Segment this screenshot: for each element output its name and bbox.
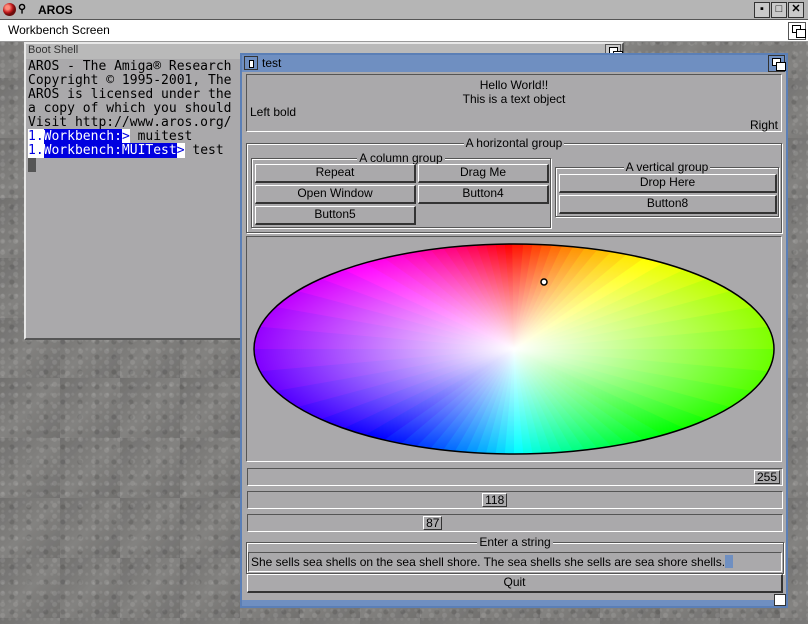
console-prompt-line: 1.Workbench:MUITest> test: [28, 143, 248, 158]
close-icon[interactable]: [244, 56, 258, 70]
slider-1-knob[interactable]: 255: [754, 470, 781, 484]
zoom-icon[interactable]: □: [771, 2, 787, 18]
text-object: Hello World!! This is a text object Left…: [246, 74, 782, 132]
string-cursor: [725, 555, 734, 568]
button4[interactable]: Button4: [418, 185, 549, 204]
text-object-label: This is a text object: [462, 92, 566, 106]
prompt-path: Workbench:MUITest: [43, 143, 177, 158]
text-hello: Hello World!!: [479, 78, 549, 92]
prompt-path: Workbench:: [43, 129, 122, 144]
vertical-group: A vertical group Drop Here Button8: [555, 160, 779, 217]
string-input[interactable]: She sells sea shells on the sea shell sh…: [248, 552, 782, 572]
test-depth-button[interactable]: [768, 55, 786, 72]
pin-icon: ⚲: [18, 3, 27, 15]
horizontal-group-title: A horizontal group: [463, 136, 565, 150]
horizontal-group-title-wrap: A horizontal group: [247, 136, 781, 150]
color-wheel-saturation: [254, 244, 774, 454]
column-group: A column group Repeat Drag Me Open Windo…: [251, 151, 551, 228]
prompt-command: muitest: [129, 129, 193, 144]
prompt-arrow: >: [121, 129, 130, 144]
string-group-title-wrap: Enter a string: [247, 535, 783, 549]
string-input-value: She sells sea shells on the sea shell sh…: [251, 555, 726, 569]
test-window[interactable]: test Hello World!! This is a text object…: [240, 53, 788, 608]
prompt-number: 1.: [28, 143, 44, 158]
text-left-bold: Left bold: [250, 105, 297, 119]
screen-title: AROS: [38, 3, 73, 17]
prompt-command: test: [184, 143, 224, 158]
slider-1[interactable]: 255: [247, 468, 783, 486]
slider-2-knob[interactable]: 118: [482, 493, 508, 507]
vertical-group-title-wrap: A vertical group: [556, 160, 778, 174]
console-line: AROS - The Amiga® Research: [28, 59, 232, 74]
window-bottom-border: [242, 600, 786, 606]
horizontal-group: A horizontal group A column group Repeat…: [246, 136, 782, 233]
prompt-number: 1.: [28, 129, 44, 144]
size-icon[interactable]: [774, 594, 786, 606]
vertical-group-title: A vertical group: [623, 160, 711, 174]
console-prompt-line: 1.Workbench:> muitest: [28, 129, 248, 144]
console-line: Visit http://www.aros.org/: [28, 115, 232, 130]
drag-me-button[interactable]: Drag Me: [418, 164, 549, 183]
button8[interactable]: Button8: [559, 195, 777, 214]
text-right: Right: [749, 118, 778, 132]
depth-icon[interactable]: ▪: [754, 2, 770, 18]
console-line: Copyright © 1995-2001, The: [28, 73, 232, 88]
slider-3[interactable]: 87: [247, 514, 783, 532]
screen-title-bar: ⚲ AROS ▪ □ ✕: [0, 0, 808, 20]
aros-logo-icon[interactable]: [3, 3, 16, 16]
close-icon[interactable]: ✕: [788, 2, 804, 18]
color-wheel-frame: [246, 236, 782, 462]
depth-icon: [792, 25, 806, 38]
test-title-bar[interactable]: test: [242, 55, 786, 72]
slider-2[interactable]: 118: [247, 491, 783, 509]
shell-console[interactable]: AROS - The Amiga® Research Copyright © 19…: [28, 60, 248, 176]
prompt-arrow: >: [176, 143, 185, 158]
text-cursor: [28, 158, 36, 172]
column-group-title-wrap: A column group: [252, 151, 550, 165]
workbench-screen-bar: Workbench Screen: [0, 20, 808, 42]
test-window-title: test: [262, 56, 282, 70]
open-window-button[interactable]: Open Window: [255, 185, 416, 204]
color-wheel[interactable]: [247, 237, 781, 461]
column-group-title: A column group: [357, 151, 445, 165]
shell-title: Boot Shell: [28, 44, 79, 56]
workbench-title: Workbench Screen: [8, 23, 110, 37]
workbench-depth-button[interactable]: [788, 22, 806, 40]
string-group: Enter a string She sells sea shells on t…: [246, 535, 784, 574]
slider-3-knob[interactable]: 87: [423, 516, 443, 530]
color-picker-marker[interactable]: [540, 278, 548, 286]
depth-icon: [772, 58, 786, 71]
console-line: AROS is licensed under the: [28, 87, 232, 102]
quit-button[interactable]: Quit: [247, 574, 783, 593]
string-group-title: Enter a string: [477, 535, 553, 549]
repeat-button[interactable]: Repeat: [255, 164, 416, 183]
drop-here-button[interactable]: Drop Here: [559, 174, 777, 193]
button5[interactable]: Button5: [255, 206, 416, 225]
console-line: a copy of which you should: [28, 101, 232, 116]
